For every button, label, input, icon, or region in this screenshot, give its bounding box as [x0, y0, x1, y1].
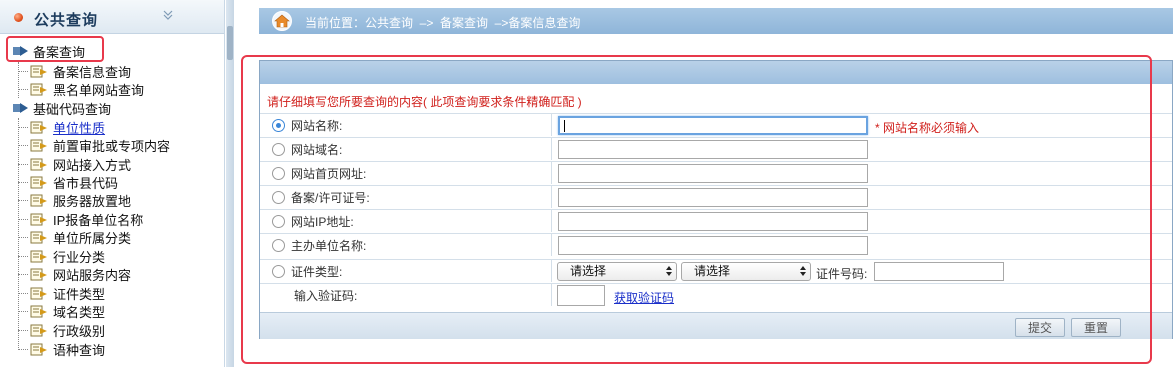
- tree-branch: [18, 273, 28, 275]
- group-arrow-icon: [13, 103, 28, 113]
- sidebar-item-ip-report-unit[interactable]: IP报备单位名称: [18, 210, 143, 228]
- tree-branch: [18, 292, 28, 294]
- doc-arrow-icon: [30, 139, 47, 151]
- sidebar: 公共查询 备案查询 备案信息查询 黑名单网站查询 基础代码查询 单位性质 前置审…: [0, 0, 225, 367]
- sidebar-group-label: 基础代码查询: [33, 101, 112, 117]
- sidebar-item-label: 单位所属分类: [53, 230, 132, 246]
- doc-arrow-icon: [30, 250, 47, 262]
- doc-arrow-icon: [30, 305, 47, 317]
- doc-arrow-icon: [30, 194, 47, 206]
- sidebar-item-region-code[interactable]: 省市县代码: [18, 173, 118, 191]
- sidebar-item-beian-info-query[interactable]: 备案信息查询: [18, 62, 131, 80]
- doc-arrow-icon: [30, 268, 47, 280]
- tree-branch: [18, 70, 28, 72]
- sidebar-item-admin-level[interactable]: 行政级别: [18, 321, 105, 339]
- highlight-box-form: [241, 55, 1152, 364]
- doc-arrow-icon: [30, 343, 47, 355]
- tree-branch: [18, 88, 28, 90]
- tree-branch: [18, 236, 28, 238]
- sidebar-item-label: 行业分类: [53, 249, 106, 265]
- doc-arrow-icon: [30, 65, 47, 77]
- sidebar-item-label: 网站服务内容: [53, 267, 132, 283]
- sidebar-item-label: 黑名单网站查询: [53, 82, 145, 98]
- breadcrumb: 当前位置：公共查询 –> 备案查询 –>备案信息查询: [259, 8, 1173, 34]
- sidebar-item-label: IP报备单位名称: [53, 212, 144, 228]
- sidebar-group-basic-code-query[interactable]: 基础代码查询: [12, 99, 111, 117]
- sidebar-item-label: 前置审批或专项内容: [53, 138, 171, 154]
- sidebar-header[interactable]: 公共查询: [0, 0, 224, 34]
- home-icon[interactable]: [271, 11, 293, 31]
- splitter-handle[interactable]: [227, 26, 233, 60]
- sidebar-item-language-query[interactable]: 语种查询: [18, 340, 105, 358]
- doc-arrow-icon: [30, 121, 47, 133]
- bullet-icon: [14, 13, 23, 22]
- sidebar-item-label: 单位性质: [53, 120, 106, 136]
- tree-branch: [18, 255, 28, 257]
- doc-arrow-icon: [30, 213, 47, 225]
- sidebar-item-domain-type[interactable]: 域名类型: [18, 302, 105, 320]
- doc-arrow-icon: [30, 158, 47, 170]
- sidebar-item-label: 省市县代码: [53, 175, 119, 191]
- sidebar-item-label: 证件类型: [53, 286, 106, 302]
- sidebar-item-pre-approval[interactable]: 前置审批或专项内容: [18, 136, 170, 154]
- sidebar-item-label: 备案信息查询: [53, 64, 132, 80]
- sidebar-item-blacklist-query[interactable]: 黑名单网站查询: [18, 80, 144, 98]
- doc-arrow-icon: [30, 176, 47, 188]
- group-arrow-icon: [13, 46, 28, 56]
- sidebar-item-label: 域名类型: [53, 304, 106, 320]
- sidebar-item-industry[interactable]: 行业分类: [18, 247, 105, 265]
- doc-arrow-icon: [30, 83, 47, 95]
- doc-arrow-icon: [30, 287, 47, 299]
- sidebar-group-beian-query[interactable]: 备案查询: [12, 42, 85, 60]
- sidebar-item-label: 语种查询: [53, 342, 106, 358]
- tree-branch: [18, 144, 28, 146]
- tree-branch: [18, 181, 28, 183]
- sidebar-item-label: 行政级别: [53, 323, 106, 339]
- doc-arrow-icon: [30, 231, 47, 243]
- sidebar-item-cert-type[interactable]: 证件类型: [18, 284, 105, 302]
- sidebar-group-label: 备案查询: [33, 44, 86, 60]
- tree-branch: [18, 310, 28, 312]
- doc-arrow-icon: [30, 324, 47, 336]
- tree-branch: [18, 218, 28, 220]
- tree-branch: [18, 163, 28, 165]
- tree-branch: [18, 329, 28, 331]
- sidebar-item-server-location[interactable]: 服务器放置地: [18, 191, 131, 209]
- tree-branch: [18, 199, 28, 201]
- sidebar-title: 公共查询: [34, 12, 99, 29]
- sidebar-item-unit-nature[interactable]: 单位性质: [18, 118, 105, 136]
- sidebar-item-label: 服务器放置地: [53, 193, 132, 209]
- sidebar-item-service-content[interactable]: 网站服务内容: [18, 265, 131, 283]
- breadcrumb-text: 当前位置：公共查询 –> 备案查询 –>备案信息查询: [305, 16, 581, 30]
- collapse-chevron-icon[interactable]: [161, 8, 175, 22]
- sidebar-item-access-method[interactable]: 网站接入方式: [18, 155, 131, 173]
- tree-branch: [18, 126, 28, 128]
- tree-branch: [18, 348, 28, 350]
- sidebar-item-unit-category[interactable]: 单位所属分类: [18, 228, 131, 246]
- sidebar-item-label: 网站接入方式: [53, 157, 132, 173]
